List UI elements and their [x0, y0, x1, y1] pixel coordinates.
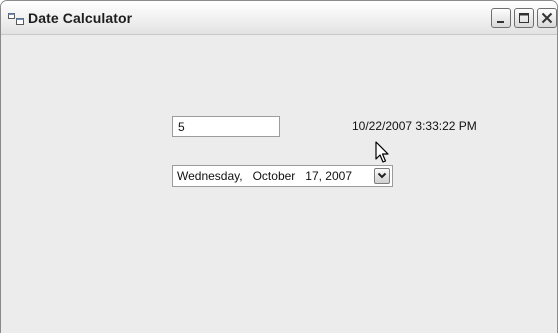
- date-calculator-window: Date Calculator 5 10/22/2007 3:33:22 PM …: [0, 0, 558, 333]
- date-picker-value: Wednesday, October 17, 2007: [177, 169, 352, 183]
- maximize-icon: [519, 13, 529, 23]
- form-client-area: 5 10/22/2007 3:33:22 PM Wednesday, Octob…: [7, 35, 553, 333]
- date-picker[interactable]: Wednesday, October 17, 2007: [172, 165, 393, 187]
- mouse-pointer-icon: [375, 141, 389, 163]
- close-icon: [541, 12, 553, 24]
- minimize-icon: [497, 21, 504, 23]
- days-input[interactable]: 5: [172, 116, 280, 137]
- close-button[interactable]: [537, 8, 557, 28]
- maximize-button[interactable]: [514, 8, 534, 28]
- app-icon: [8, 12, 24, 25]
- chevron-down-icon: [377, 172, 387, 179]
- current-datetime-label: 10/22/2007 3:33:22 PM: [352, 119, 477, 133]
- date-picker-dropdown-button[interactable]: [374, 168, 390, 184]
- title-bar[interactable]: Date Calculator: [1, 1, 557, 35]
- window-title: Date Calculator: [28, 10, 133, 26]
- minimize-button[interactable]: [491, 8, 511, 28]
